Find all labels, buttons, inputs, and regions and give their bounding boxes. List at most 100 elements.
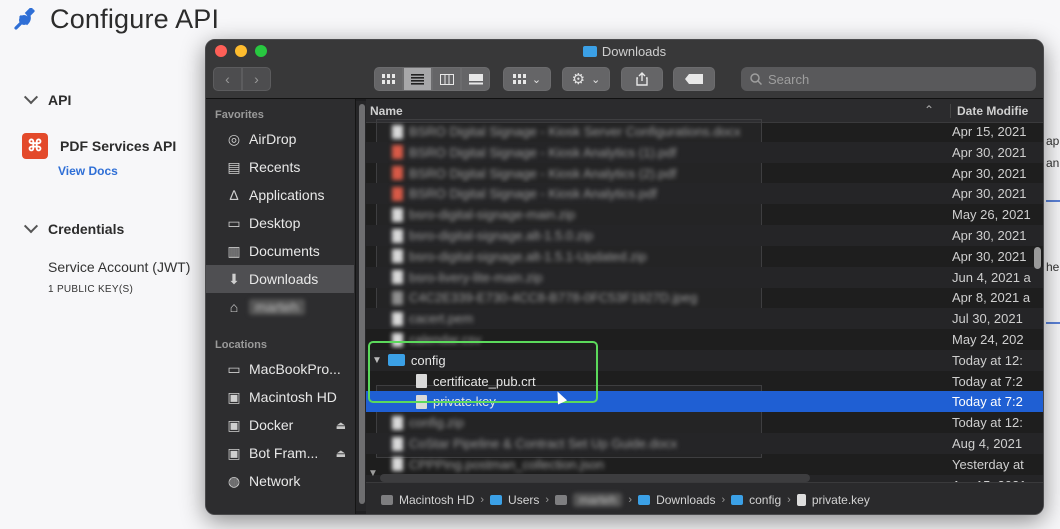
sidebar-item-docker[interactable]: ▣ Docker ⏏ bbox=[206, 411, 354, 439]
file-row[interactable]: C4C2E339-E730-4CC8-B778-0FC53F1927D.jpeg… bbox=[366, 287, 1043, 308]
document-icon: ▥ bbox=[227, 242, 241, 259]
finder-window: Downloads ‹ › ⌄ ⚙ ⌄ Search Favorites ◎ A… bbox=[205, 39, 1044, 515]
sidebar-scrollbar[interactable] bbox=[356, 101, 366, 511]
path-segment[interactable]: config bbox=[749, 493, 781, 507]
file-name-cell: CoStar Pipeline & Contract Set Up Guide.… bbox=[392, 436, 677, 451]
icon-view-button[interactable] bbox=[374, 67, 403, 91]
file-date: Apr 15, 2021 bbox=[952, 124, 1027, 139]
sidebar-item-label: MacBookPro... bbox=[249, 361, 341, 377]
api-section-toggle[interactable]: API bbox=[23, 90, 71, 108]
sidebar-item-downloads[interactable]: ⬇ Downloads bbox=[206, 265, 354, 293]
sidebar-item-label: Network bbox=[249, 473, 301, 489]
path-segment[interactable]: Macintosh HD bbox=[399, 493, 474, 507]
column-view-button[interactable] bbox=[432, 67, 461, 91]
file-name: CoStar Pipeline & Contract Set Up Guide.… bbox=[409, 436, 678, 451]
file-row[interactable]: BSRO Digital Signage - Kiosk Analytics.p… bbox=[366, 183, 1043, 205]
file-row[interactable]: BSRO Digital Signage - Kiosk Analytics (… bbox=[366, 141, 1043, 163]
file-date: Today at 12: bbox=[952, 352, 1023, 368]
file-date: Apr 30, 2021 bbox=[952, 248, 1027, 264]
credentials-section-toggle[interactable]: Credentials bbox=[23, 219, 124, 237]
sidebar-item-label: Recents bbox=[249, 159, 301, 175]
file-row[interactable]: BSRO Digital Signage - Kiosk Analytics (… bbox=[366, 163, 1043, 184]
titlebar: Downloads ‹ › ⌄ ⚙ ⌄ Search bbox=[206, 40, 1043, 99]
file-date: Today at 12: bbox=[952, 415, 1023, 431]
file-row[interactable]: CPPPing.postman_collection.json Yesterday… bbox=[366, 454, 1043, 475]
sidebar-item-home[interactable]: ⌂ marteh bbox=[206, 293, 354, 321]
file-row[interactable]: CoStar Pipeline & Contract Set Up Guide.… bbox=[366, 433, 1043, 454]
chevron-down-icon bbox=[23, 219, 39, 234]
file-icon bbox=[392, 332, 403, 347]
file-name: CPPPing.postman_collection.json bbox=[409, 456, 605, 472]
file-row[interactable]: certificate_pub.crt Today at 7:2 bbox=[366, 371, 1043, 392]
chevron-down-icon: ⌄ bbox=[591, 73, 601, 86]
folder-icon bbox=[638, 494, 651, 505]
service-account-label[interactable]: Service Account (JWT) bbox=[48, 259, 190, 275]
file-row[interactable]: bsro-digital-signage.alt-1.5.0.zip Apr 30… bbox=[366, 225, 1043, 246]
file-name: config.zip bbox=[409, 415, 464, 431]
file-icon bbox=[392, 207, 403, 222]
sidebar-item-label: Bot Fram... bbox=[249, 445, 319, 461]
vertical-scroll-thumb[interactable] bbox=[1034, 247, 1041, 269]
view-mode-control bbox=[374, 67, 490, 91]
file-row[interactable]: cacert.pem Jul 30, 2021 bbox=[366, 308, 1043, 330]
horizontal-scrollbar[interactable] bbox=[380, 474, 810, 482]
file-row[interactable]: bsro-digital-signage-main.zip May 26, 202… bbox=[366, 204, 1043, 225]
sidebar-item-applications[interactable]: ∆ Applications bbox=[206, 181, 354, 209]
vertical-scrollbar[interactable] bbox=[1032, 129, 1043, 481]
window-title-text: Downloads bbox=[601, 44, 667, 59]
search-field[interactable]: Search bbox=[741, 67, 1036, 91]
disk-icon: ▣ bbox=[227, 388, 241, 405]
path-segment[interactable]: marteh bbox=[573, 492, 623, 507]
file-icon bbox=[416, 374, 427, 389]
file-row[interactable]: BSRO Digital Signage - Kiosk Server Conf… bbox=[366, 121, 1043, 142]
share-button[interactable] bbox=[621, 67, 663, 91]
file-name-cell: BSRO Digital Signage - Kiosk Analytics (… bbox=[392, 166, 676, 181]
sidebar-item-documents[interactable]: ▥ Documents bbox=[206, 237, 354, 265]
download-icon: ⬇ bbox=[228, 270, 240, 287]
desktop-icon: ▭ bbox=[227, 214, 241, 231]
path-segment[interactable]: Downloads bbox=[656, 493, 715, 507]
eject-icon[interactable]: ⏏ bbox=[336, 447, 346, 460]
name-column-header[interactable]: Name bbox=[370, 104, 403, 118]
forward-button[interactable]: › bbox=[242, 67, 271, 91]
search-icon bbox=[750, 73, 762, 85]
file-row[interactable]: config.zip Today at 12: bbox=[366, 412, 1043, 433]
disclosure-triangle-icon[interactable]: ▼ bbox=[372, 355, 382, 366]
file-date: Aug 4, 2021 bbox=[952, 436, 1023, 451]
chevron-right-icon: › bbox=[628, 493, 633, 506]
path-segment[interactable]: Users bbox=[508, 493, 539, 507]
sidebar-item-bot-framework[interactable]: ▣ Bot Fram... ⏏ bbox=[206, 439, 354, 467]
file-row[interactable]: ▼ config Today at 12: bbox=[366, 349, 1043, 371]
file-row[interactable]: bsro-livery-lite-main.zip Jun 4, 2021 a bbox=[366, 266, 1043, 288]
tags-button[interactable] bbox=[673, 67, 715, 91]
sidebar-item-macintosh-hd[interactable]: ▣ Macintosh HD bbox=[206, 383, 354, 411]
action-menu-button[interactable]: ⚙ ⌄ bbox=[562, 67, 610, 91]
sidebar-item-macbookpro[interactable]: ▭ MacBookPro... bbox=[206, 355, 354, 383]
sidebar-item-recents[interactable]: ▤ Recents bbox=[206, 153, 354, 181]
file-name-cell: BSRO Digital Signage - Kiosk Analytics.p… bbox=[392, 186, 657, 201]
chevron-right-icon: › bbox=[545, 493, 550, 506]
eject-icon[interactable]: ⏏ bbox=[336, 419, 346, 432]
group-by-button[interactable]: ⌄ bbox=[503, 67, 551, 91]
sidebar-scroll-thumb[interactable] bbox=[359, 104, 365, 504]
path-segment[interactable]: private.key bbox=[812, 493, 870, 507]
sidebar-item-network[interactable]: ◍ Network bbox=[206, 467, 354, 495]
pdf-file-icon bbox=[392, 166, 403, 181]
gallery-view-button[interactable] bbox=[461, 67, 490, 91]
view-docs-link[interactable]: View Docs bbox=[58, 164, 118, 178]
date-column-header[interactable]: Date Modifie bbox=[950, 104, 1028, 118]
back-button[interactable]: ‹ bbox=[213, 67, 242, 91]
right-divider bbox=[1046, 322, 1060, 324]
file-row[interactable]: bsro-digital-signage.alt-1.5.1-Updated.z… bbox=[366, 246, 1043, 267]
file-name-cell: bsro-digital-signage.alt-1.5.1-Updated.z… bbox=[392, 249, 647, 264]
applications-icon: ∆ bbox=[229, 187, 239, 203]
sidebar-item-desktop[interactable]: ▭ Desktop bbox=[206, 209, 354, 237]
file-date: Jun 4, 2021 a bbox=[952, 269, 1031, 285]
list-view-button[interactable] bbox=[403, 67, 432, 91]
file-row-selected[interactable]: private.key Today at 7:2 bbox=[366, 391, 1043, 413]
file-name: bsro-digital-signage-main.zip bbox=[409, 207, 576, 223]
disk-icon bbox=[381, 494, 393, 505]
file-row[interactable]: calendar.csv May 24, 202 bbox=[366, 329, 1043, 350]
sidebar-item-airdrop[interactable]: ◎ AirDrop bbox=[206, 125, 354, 153]
file-name: private.key bbox=[433, 394, 496, 410]
